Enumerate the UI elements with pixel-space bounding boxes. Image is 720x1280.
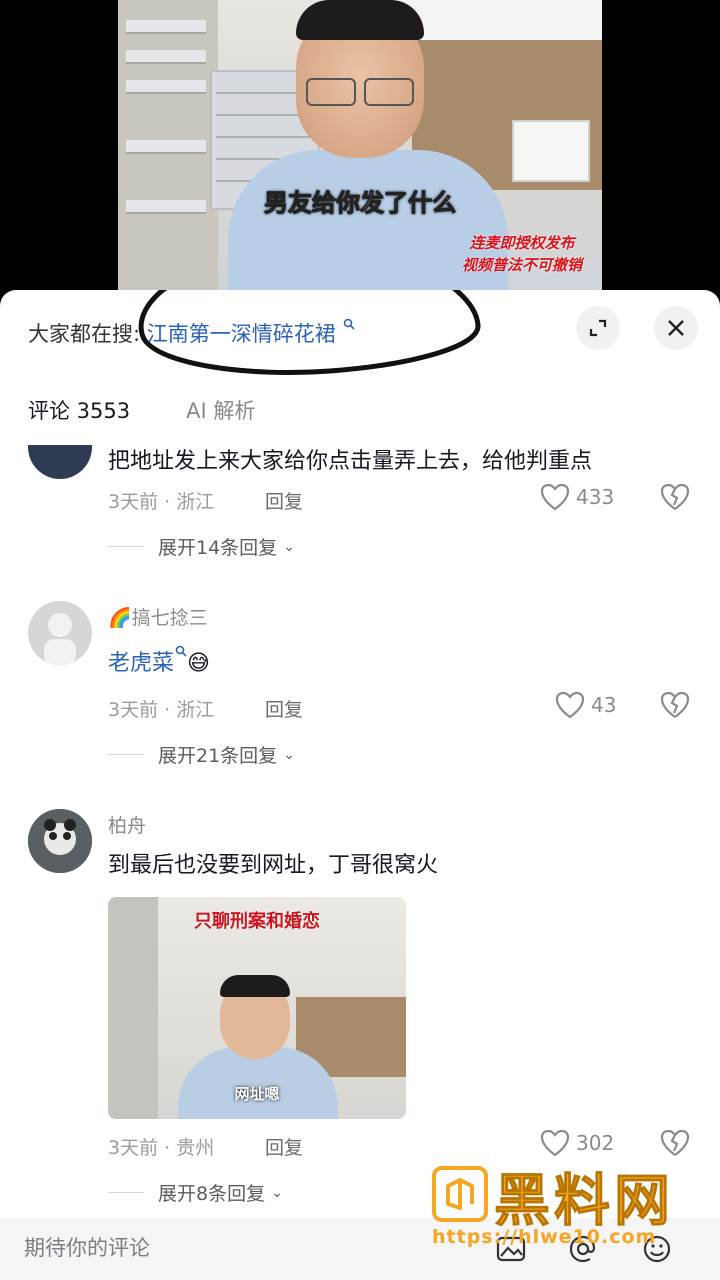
image-caption-top: 只聊刑案和婚恋 bbox=[194, 911, 320, 932]
site-url: https://hlwe10.com bbox=[432, 1226, 657, 1248]
image-person-hair bbox=[220, 975, 290, 997]
broken-heart-icon bbox=[660, 691, 690, 718]
divider bbox=[108, 546, 144, 547]
avatar[interactable] bbox=[28, 601, 92, 665]
like-count: 43 bbox=[591, 693, 617, 717]
comment-list[interactable]: 把地址发上来大家给你点击量弄上去，给他判重点 3天前 · 浙江 回复 433 展… bbox=[0, 445, 720, 1280]
video-subtitle: 男友给你发了什么 bbox=[264, 188, 457, 218]
expand-replies[interactable]: 展开14条回复 ⌄ bbox=[108, 533, 295, 560]
broken-heart-icon bbox=[660, 483, 690, 510]
search-icon bbox=[343, 318, 356, 334]
comment-username[interactable]: 柏舟 bbox=[108, 811, 146, 838]
comment-text: 把地址发上来大家给你点击量弄上去，给他判重点 bbox=[108, 449, 593, 474]
search-icon bbox=[175, 645, 187, 661]
comment-meta: 3天前 · 浙江 bbox=[108, 699, 215, 721]
video-watermark-line2: 视频普法不可撤销 bbox=[461, 256, 582, 274]
reply-button[interactable]: 回复 bbox=[265, 695, 303, 722]
search-prefix: 大家都在搜: bbox=[28, 322, 141, 346]
reply-button[interactable]: 回复 bbox=[265, 1133, 303, 1160]
site-logo-icon bbox=[432, 1166, 488, 1222]
site-watermark: 黑料网 https://hlwe10.com bbox=[432, 1162, 712, 1262]
tab-comments[interactable]: 评论 3553 bbox=[28, 395, 130, 429]
trending-search[interactable]: 大家都在搜: 江南第一深情碎花裙 bbox=[28, 318, 356, 350]
close-button[interactable] bbox=[654, 306, 698, 350]
search-term-link[interactable]: 江南第一深情碎花裙 bbox=[147, 322, 336, 346]
dislike-button[interactable] bbox=[660, 691, 690, 723]
comment-input[interactable] bbox=[24, 1224, 444, 1272]
comment-emoji: 😅 bbox=[187, 651, 210, 676]
expand-button[interactable] bbox=[576, 306, 620, 350]
comment-meta: 3天前 · 贵州 bbox=[108, 1137, 215, 1159]
expand-replies[interactable]: 展开8条回复 ⌄ bbox=[108, 1179, 283, 1206]
expand-replies[interactable]: 展开21条回复 ⌄ bbox=[108, 741, 295, 768]
broken-heart-icon bbox=[660, 1129, 690, 1156]
comment-text: 到最后也没要到网址，丁哥很窝火 bbox=[108, 853, 439, 878]
comment-image[interactable]: 只聊刑案和婚恋 网址嗯 bbox=[108, 897, 406, 1119]
presenter-glasses bbox=[304, 78, 416, 108]
like-button[interactable]: 433 bbox=[540, 483, 614, 511]
heart-icon bbox=[540, 483, 570, 511]
chevron-down-icon: ⌄ bbox=[283, 538, 295, 555]
site-name: 黑料网 bbox=[494, 1169, 674, 1235]
divider bbox=[108, 1192, 144, 1193]
comment-panel: 大家都在搜: 江南第一深情碎花裙 评论 3553 AI 解析 把地址发上来大家给… bbox=[0, 290, 720, 1280]
like-button[interactable]: 302 bbox=[540, 1129, 614, 1157]
expand-replies-label: 展开21条回复 bbox=[158, 745, 278, 767]
divider bbox=[108, 754, 144, 755]
avatar[interactable] bbox=[28, 445, 92, 479]
video-frame: 男友给你发了什么 连麦即授权发布 视频普法不可撤销 bbox=[118, 0, 602, 300]
comment-text: 老虎菜 😅 bbox=[108, 645, 210, 677]
video-player[interactable]: 男友给你发了什么 连麦即授权发布 视频普法不可撤销 bbox=[0, 0, 720, 300]
avatar[interactable] bbox=[28, 809, 92, 873]
comment-search-term[interactable]: 老虎菜 bbox=[108, 651, 174, 676]
image-caption-bottom: 网址嗯 bbox=[234, 1085, 280, 1103]
like-count: 302 bbox=[576, 1131, 615, 1155]
background-shelf bbox=[118, 0, 218, 300]
heart-icon bbox=[540, 1129, 570, 1157]
panel-tabs: 评论 3553 AI 解析 bbox=[28, 395, 311, 429]
heart-icon bbox=[555, 691, 585, 719]
comment-meta: 3天前 · 浙江 bbox=[108, 491, 215, 513]
presenter-hair bbox=[296, 0, 424, 40]
chevron-down-icon: ⌄ bbox=[283, 746, 295, 763]
tab-ai-analysis[interactable]: AI 解析 bbox=[186, 395, 255, 429]
expand-replies-label: 展开14条回复 bbox=[158, 537, 278, 559]
video-watermark-line1: 连麦即授权发布 bbox=[469, 234, 575, 252]
reply-button[interactable]: 回复 bbox=[265, 487, 303, 514]
presenter-body bbox=[228, 150, 508, 300]
video-watermark: 连麦即授权发布 视频普法不可撤销 bbox=[462, 232, 582, 276]
expand-icon bbox=[589, 319, 607, 337]
like-count: 433 bbox=[576, 485, 615, 509]
background-box bbox=[512, 120, 590, 182]
chevron-down-icon: ⌄ bbox=[271, 1184, 283, 1201]
comment-username[interactable]: 🌈搞七捻三 bbox=[108, 603, 208, 630]
like-button[interactable]: 43 bbox=[555, 691, 616, 719]
close-icon bbox=[668, 320, 684, 336]
dislike-button[interactable] bbox=[660, 483, 690, 515]
expand-replies-label: 展开8条回复 bbox=[158, 1183, 266, 1205]
